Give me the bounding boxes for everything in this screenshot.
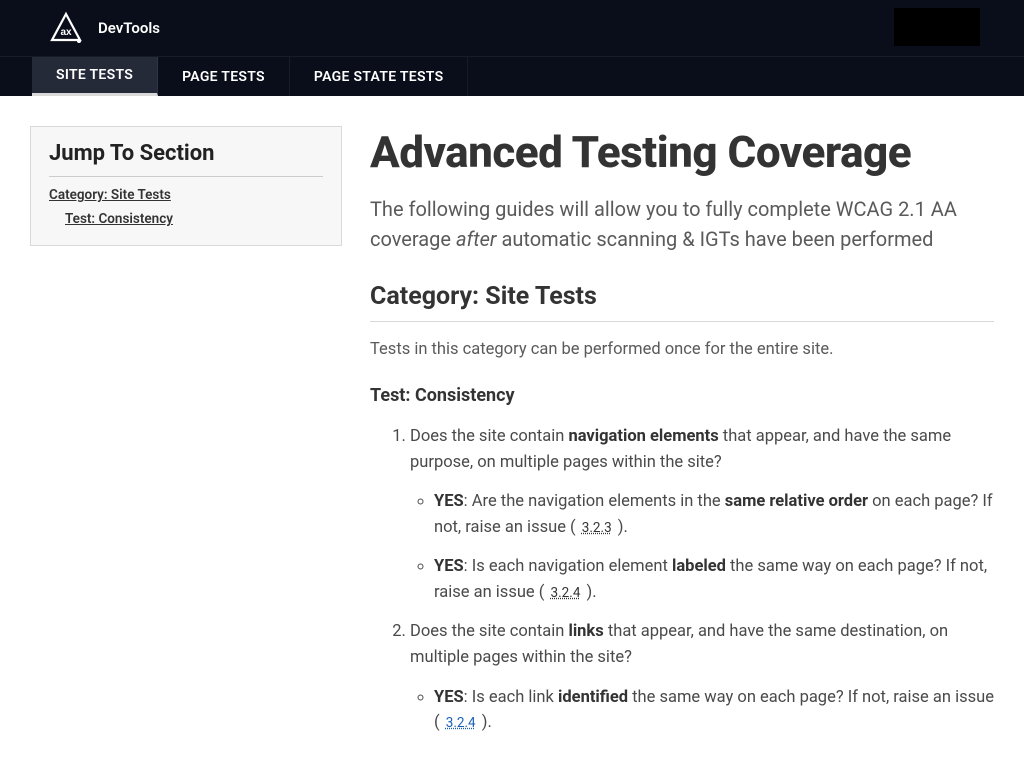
jump-title: Jump To Section (49, 141, 323, 177)
brand-name: DevTools (98, 19, 160, 37)
q2-answers: YES: Is each link identified the same wa… (410, 685, 994, 736)
header-widget[interactable] (894, 8, 980, 46)
content-layout: Jump To Section Category: Site Tests Tes… (0, 96, 1024, 780)
page-title: Advanced Testing Coverage (370, 126, 994, 178)
q2-bold: links (568, 622, 603, 641)
category-desc: Tests in this category can be performed … (370, 340, 994, 359)
q1-a1: YES: Are the navigation elements in the … (434, 489, 994, 540)
jump-to-section: Jump To Section Category: Site Tests Tes… (30, 126, 342, 246)
q1a1-pre: : Are the navigation elements in the (464, 492, 725, 511)
q1a1-bold: same relative order (725, 492, 868, 511)
rule-ref-324-b[interactable]: 3.2.4 (444, 715, 478, 731)
q2a1-pre: : Is each link (464, 688, 558, 707)
main-content: Advanced Testing Coverage The following … (370, 126, 994, 750)
category-heading: Category: Site Tests (370, 282, 994, 322)
intro-em: after (456, 227, 497, 251)
q1a1-yes: YES (434, 492, 464, 511)
rule-ref-324-a[interactable]: 3.2.4 (549, 585, 583, 601)
q1-a2: YES: Is each navigation element labeled … (434, 554, 994, 605)
test-questions: Does the site contain navigation element… (370, 424, 994, 736)
q1a2-bold: labeled (672, 557, 726, 576)
q2-pre: Does the site contain (410, 622, 568, 641)
q1-pre: Does the site contain (410, 427, 568, 446)
header-actions (894, 8, 1014, 46)
logo[interactable]: ax DevTools (48, 10, 160, 46)
q2a1-yes: YES (434, 688, 464, 707)
test-heading: Test: Consistency (370, 385, 994, 406)
jump-link-category[interactable]: Category: Site Tests (49, 187, 323, 203)
q1-bold: navigation elements (568, 427, 718, 446)
rule-ref-323[interactable]: 3.2.3 (580, 520, 614, 536)
question-1: Does the site contain navigation element… (410, 424, 994, 605)
axe-logo-icon: ax (48, 10, 84, 46)
intro-post: automatic scanning & IGTs have been perf… (496, 227, 933, 251)
intro-text: The following guides will allow you to f… (370, 194, 994, 254)
header-menu-icon[interactable] (986, 13, 1014, 41)
q1a1-tail: ). (614, 518, 628, 537)
q2a1-tail: ). (478, 713, 492, 732)
jump-link-test[interactable]: Test: Consistency (65, 211, 323, 227)
tab-site-tests[interactable]: SITE TESTS (32, 57, 158, 96)
q2-a1: YES: Is each link identified the same wa… (434, 685, 994, 736)
q1a2-tail: ). (582, 583, 596, 602)
question-2: Does the site contain links that appear,… (410, 619, 994, 735)
q1a2-pre: : Is each navigation element (464, 557, 672, 576)
q1-answers: YES: Are the navigation elements in the … (410, 489, 994, 605)
svg-text:ax: ax (60, 27, 72, 38)
tab-page-state-tests[interactable]: PAGE STATE TESTS (290, 57, 469, 96)
app-header: ax DevTools (0, 0, 1024, 56)
tab-page-tests[interactable]: PAGE TESTS (158, 57, 290, 96)
sidebar: Jump To Section Category: Site Tests Tes… (30, 126, 342, 750)
q2a1-bold: identified (558, 688, 628, 707)
q1a2-yes: YES (434, 557, 464, 576)
main-tabs: SITE TESTS PAGE TESTS PAGE STATE TESTS (0, 56, 1024, 96)
